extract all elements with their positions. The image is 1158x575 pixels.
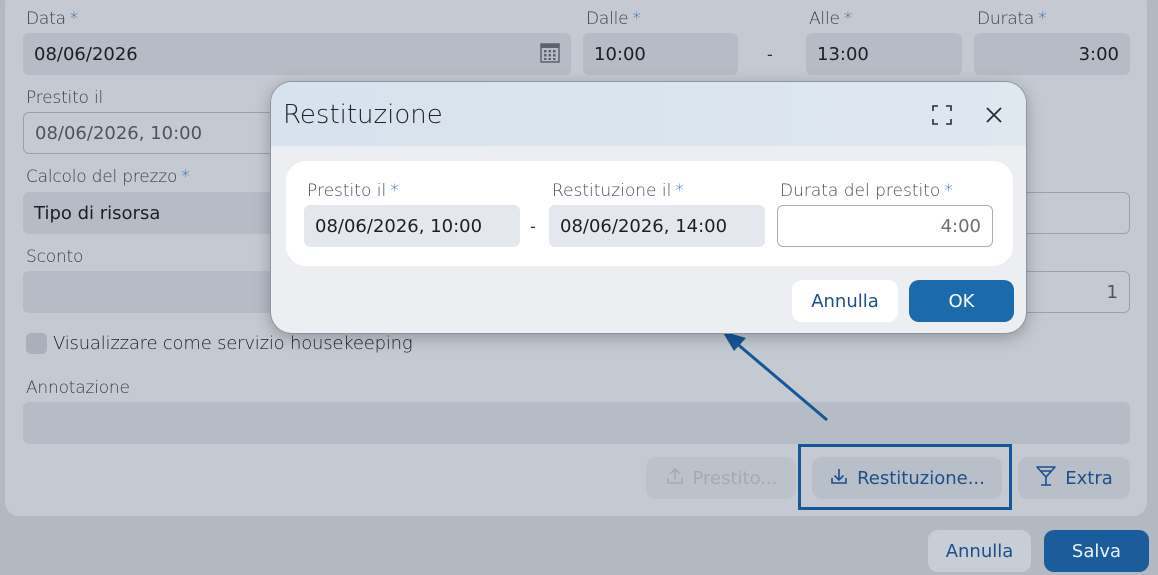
data-value: 08/06/2026 [34,43,138,65]
durata-label: Durata * [977,9,1047,29]
dialog-durata-input[interactable]: 4:00 [777,205,993,247]
calendar-icon[interactable] [540,41,560,68]
sconto-label: Sconto [26,247,84,267]
maximize-icon[interactable] [929,102,955,128]
salva-button[interactable]: Salva [1044,530,1149,572]
dialog-prestito-label: Prestito il * [307,181,399,201]
durata-input[interactable]: 3:00 [974,33,1130,75]
dialog-annulla-button[interactable]: Annulla [792,280,898,322]
dalle-input[interactable]: 10:00 [583,33,738,75]
dialog-ok-button[interactable]: OK [909,280,1014,322]
data-input[interactable]: 08/06/2026 [23,33,571,75]
dialog-title: Restituzione [283,100,443,130]
annulla-button[interactable]: Annulla [928,530,1031,572]
dialog-content: Prestito il * 08/06/2026, 10:00 - Restitu… [286,161,1013,266]
annotazione-label: Annotazione [26,378,130,398]
prestito-label: Prestito il [26,88,103,108]
dialog-range-dash: - [530,217,536,236]
alle-input[interactable]: 13:00 [806,33,962,75]
cocktail-icon [1035,465,1057,492]
restituzione-highlight [798,444,1012,510]
alle-label: Alle * [809,9,853,29]
dialog-durata-label: Durata del prestito * [780,181,953,201]
data-label: Data * [26,9,79,29]
calcolo-label: Calcolo del prezzo * [26,167,190,187]
upload-icon [665,466,685,491]
prestito-button[interactable]: Prestito... [646,457,796,499]
annotazione-input[interactable] [23,402,1130,444]
extra-button[interactable]: Extra [1018,457,1130,499]
dalle-label: Dalle * [586,9,641,29]
housekeeping-label: Visualizzare come servizio housekeeping [53,333,413,354]
close-icon[interactable] [981,102,1007,128]
dialog-restituzione-label: Restituzione il * [552,181,684,201]
dialog-prestito-input[interactable]: 08/06/2026, 10:00 [304,205,520,247]
time-range-dash: - [767,45,773,64]
housekeeping-checkbox[interactable] [26,333,47,354]
restituzione-dialog: Restituzione Prestito il * 08/06/2026, 10… [270,81,1027,334]
dialog-restituzione-input[interactable]: 08/06/2026, 14:00 [549,205,765,247]
